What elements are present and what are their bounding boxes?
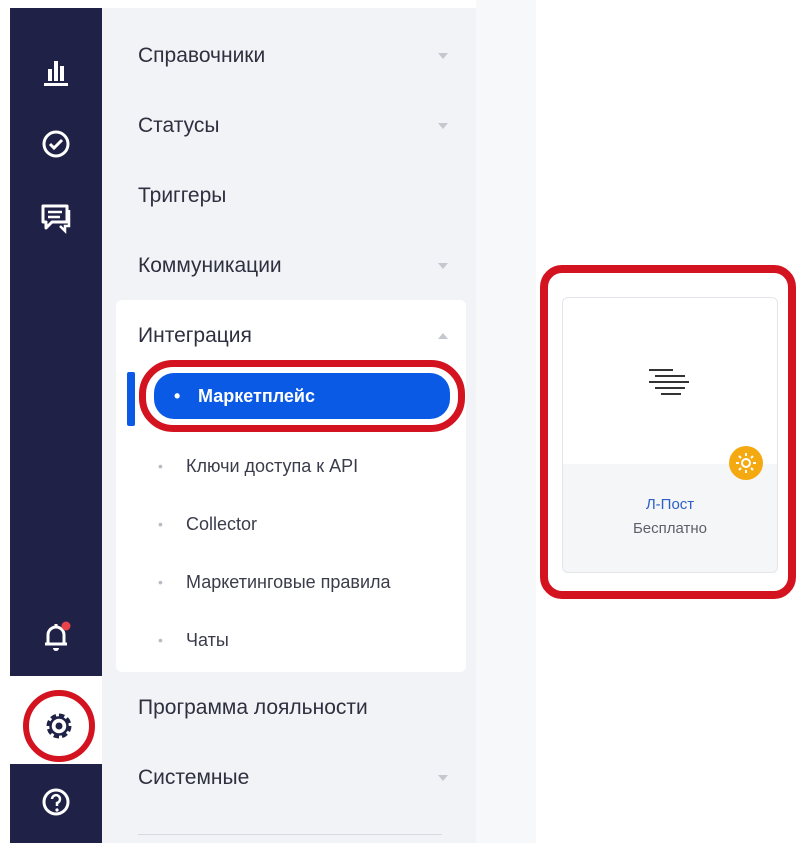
content-gutter (476, 0, 536, 843)
submenu-item-marketing-rules[interactable]: Маркетинговые правила (158, 566, 390, 598)
submenu-item-marketplace[interactable]: Маркетплейс (139, 360, 465, 432)
chevron-up-icon (438, 333, 448, 339)
card-logo-area (563, 298, 777, 464)
menu-item-system[interactable]: Системные (138, 758, 448, 798)
chevron-down-icon (438, 53, 448, 59)
submenu-item-api-keys[interactable]: Ключи доступа к API (158, 450, 358, 482)
submenu-item-chats[interactable]: Чаты (158, 624, 229, 656)
menu-item-triggers[interactable]: Триггеры (138, 176, 448, 216)
bell-icon[interactable] (32, 612, 80, 660)
chevron-down-icon (438, 263, 448, 269)
bar-chart-icon[interactable] (32, 48, 80, 96)
gear-icon[interactable] (23, 690, 95, 762)
lpost-logo-icon (649, 369, 689, 395)
card-title[interactable]: Л-Пост (563, 496, 777, 513)
submenu-item-collector[interactable]: Collector (158, 508, 257, 540)
marketplace-card[interactable]: Л-Пост Бесплатно (562, 297, 778, 573)
card-price: Бесплатно (632, 520, 708, 537)
left-rail (10, 8, 102, 843)
sun-icon (729, 446, 763, 480)
menu-item-communications[interactable]: Коммуникации (138, 246, 448, 286)
chevron-down-icon (438, 123, 448, 129)
menu-item-directories[interactable]: Справочники (138, 36, 448, 76)
integration-group: Интеграция Маркетплейс Ключи доступа к A… (116, 300, 466, 672)
active-indicator (127, 372, 135, 426)
chat-icon[interactable] (32, 194, 80, 242)
help-icon[interactable] (32, 778, 80, 826)
check-circle-icon[interactable] (32, 120, 80, 168)
menu-item-integration[interactable]: Интеграция (138, 316, 448, 356)
settings-menu: Справочники Статусы Триггеры Коммуникаци… (102, 8, 476, 843)
chevron-down-icon (438, 775, 448, 781)
settings-active-area (10, 676, 102, 764)
menu-divider (138, 834, 442, 835)
highlight-frame: Л-Пост Бесплатно (540, 265, 796, 599)
menu-item-loyalty[interactable]: Программа лояльности (138, 688, 448, 728)
menu-item-statuses[interactable]: Статусы (138, 106, 448, 146)
